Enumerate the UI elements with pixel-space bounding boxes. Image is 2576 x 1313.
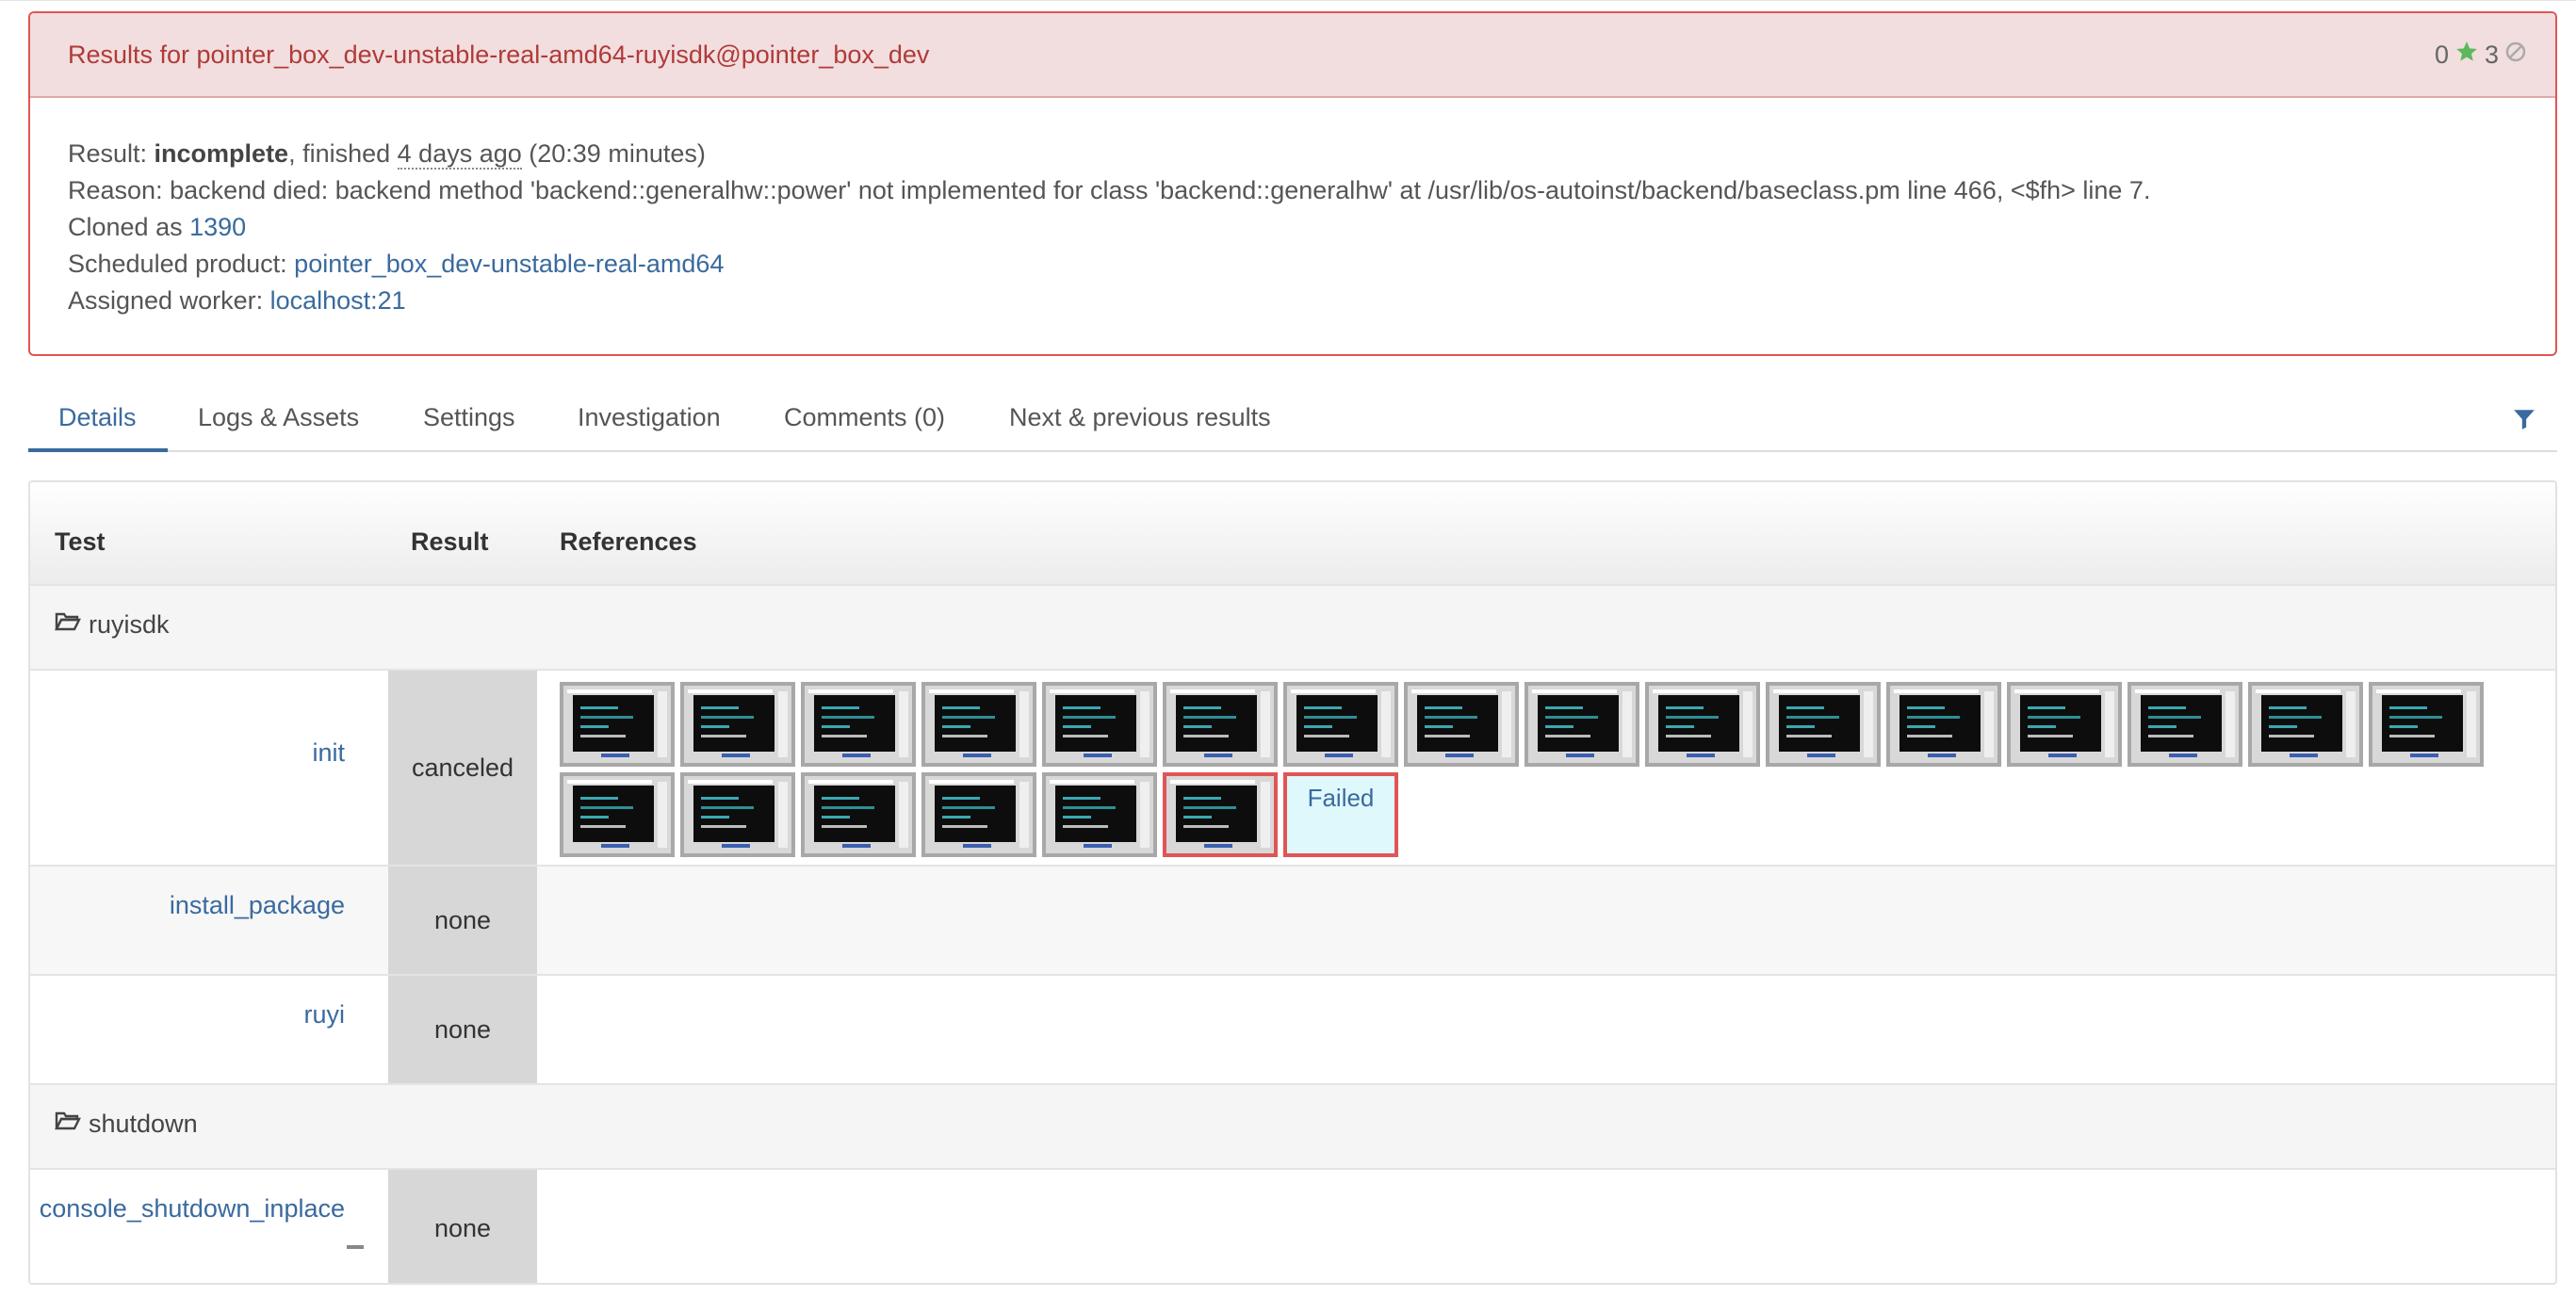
top-divider	[0, 0, 2576, 1]
table-row-console-shutdown-inplace: console_shutdown_inplace none	[30, 1168, 2555, 1283]
screenshot-thumbnail[interactable]	[1404, 682, 1519, 767]
minus-icon[interactable]	[347, 1245, 364, 1249]
result-line: Result: incomplete, finished 4 days ago …	[68, 139, 706, 170]
result-text: none	[433, 1014, 492, 1044]
cloned-job-link[interactable]: 1390	[189, 213, 246, 241]
screenshot-thumbnail[interactable]	[801, 772, 916, 857]
result-cell-console-shutdown-inplace: none	[388, 1170, 537, 1283]
table-row-init: init canceled Failed	[30, 669, 2555, 865]
active-tab-indicator	[28, 448, 168, 452]
tab-details[interactable]: Details	[58, 403, 137, 432]
assigned-worker-link[interactable]: localhost:21	[270, 286, 406, 315]
ban-icon	[2504, 41, 2527, 70]
screenshot-thumbnail[interactable]	[560, 772, 675, 857]
screenshot-thumbnail[interactable]	[1524, 682, 1639, 767]
category-name: ruyisdk	[89, 610, 170, 639]
table-row-ruyi: ruyi none	[30, 974, 2555, 1083]
screenshot-thumbnail[interactable]	[680, 682, 795, 767]
screenshot-thumbnail[interactable]	[2248, 682, 2363, 767]
table-row-install-package: install_package none	[30, 865, 2555, 974]
result-stats: 0 3	[2435, 13, 2527, 96]
test-name-install-package[interactable]: install_package	[170, 891, 345, 920]
screenshot-thumbnail[interactable]	[1766, 682, 1881, 767]
screenshot-thumbnail[interactable]	[2007, 682, 2122, 767]
result-cell-ruyi: none	[388, 976, 537, 1083]
category-row-ruyisdk: ruyisdk	[30, 584, 2555, 669]
result-panel: Results for pointer_box_dev-unstable-rea…	[28, 11, 2557, 356]
product-line: Scheduled product: pointer_box_dev-unsta…	[68, 250, 725, 278]
header-references: References	[560, 527, 697, 556]
table-header: Test Result References	[30, 482, 2555, 584]
result-text: none	[433, 905, 492, 934]
test-name-ruyi[interactable]: ruyi	[303, 1000, 345, 1029]
tab-logs-assets[interactable]: Logs & Assets	[198, 403, 359, 432]
finished-time[interactable]: 4 days ago	[397, 139, 522, 170]
tab-comments[interactable]: Comments (0)	[784, 403, 945, 432]
folder-open-icon	[55, 1110, 81, 1139]
screenshot-thumbnail[interactable]	[1163, 682, 1278, 767]
screenshot-thumbnail[interactable]	[1042, 682, 1157, 767]
tab-investigation[interactable]: Investigation	[578, 403, 721, 432]
screenshot-thumbnail[interactable]	[1886, 682, 2001, 767]
scheduled-product-link[interactable]: pointer_box_dev-unstable-real-amd64	[294, 250, 724, 278]
tab-settings[interactable]: Settings	[423, 403, 515, 432]
header-result: Result	[411, 527, 489, 556]
screenshot-thumbnail[interactable]	[680, 772, 795, 857]
cloned-line: Cloned as 1390	[68, 213, 247, 241]
panel-heading: Results for pointer_box_dev-unstable-rea…	[30, 13, 2555, 98]
panel-body: Result: incomplete, finished 4 days ago …	[30, 98, 2555, 319]
screenshot-thumbnail[interactable]	[801, 682, 916, 767]
result-value: incomplete	[154, 139, 289, 168]
result-text: canceled	[411, 753, 514, 782]
screenshot-thumbnail[interactable]	[1645, 682, 1760, 767]
passed-count: 0	[2434, 40, 2449, 69]
screenshot-thumbnail[interactable]	[560, 682, 675, 767]
folder-open-icon	[55, 610, 81, 640]
filter-icon[interactable]	[2512, 407, 2536, 431]
result-cell-install-package: none	[388, 867, 537, 974]
screenshot-thumbnail[interactable]	[1163, 772, 1278, 857]
failed-count: 3	[2484, 40, 2499, 69]
reason-line: Reason: backend died: backend method 'ba…	[68, 176, 2151, 204]
test-name-console-shutdown-inplace[interactable]: console_shutdown_inplace	[40, 1194, 345, 1224]
header-test: Test	[55, 527, 106, 556]
screenshot-thumbnail[interactable]	[2369, 682, 2484, 767]
screenshot-thumbnail[interactable]	[2128, 682, 2242, 767]
category-name: shutdown	[89, 1110, 198, 1138]
screenshot-thumbnail[interactable]	[1042, 772, 1157, 857]
tab-next-previous[interactable]: Next & previous results	[1009, 403, 1271, 432]
screenshot-thumbnail[interactable]	[1283, 682, 1398, 767]
star-icon	[2454, 40, 2479, 71]
screenshot-thumbnail[interactable]	[921, 772, 1036, 857]
test-name-init[interactable]: init	[312, 738, 345, 768]
category-row-shutdown: shutdown	[30, 1083, 2555, 1168]
tab-bar: Details Logs & Assets Settings Investiga…	[28, 386, 2557, 452]
screenshot-thumbnail[interactable]	[921, 682, 1036, 767]
results-table: Test Result References ruyisdk init canc…	[28, 480, 2557, 1285]
failed-result-box[interactable]: Failed	[1283, 772, 1398, 857]
panel-title: Results for pointer_box_dev-unstable-rea…	[68, 40, 930, 69]
result-text: none	[433, 1213, 492, 1242]
result-cell-init: canceled	[388, 671, 537, 865]
worker-line: Assigned worker: localhost:21	[68, 286, 406, 315]
